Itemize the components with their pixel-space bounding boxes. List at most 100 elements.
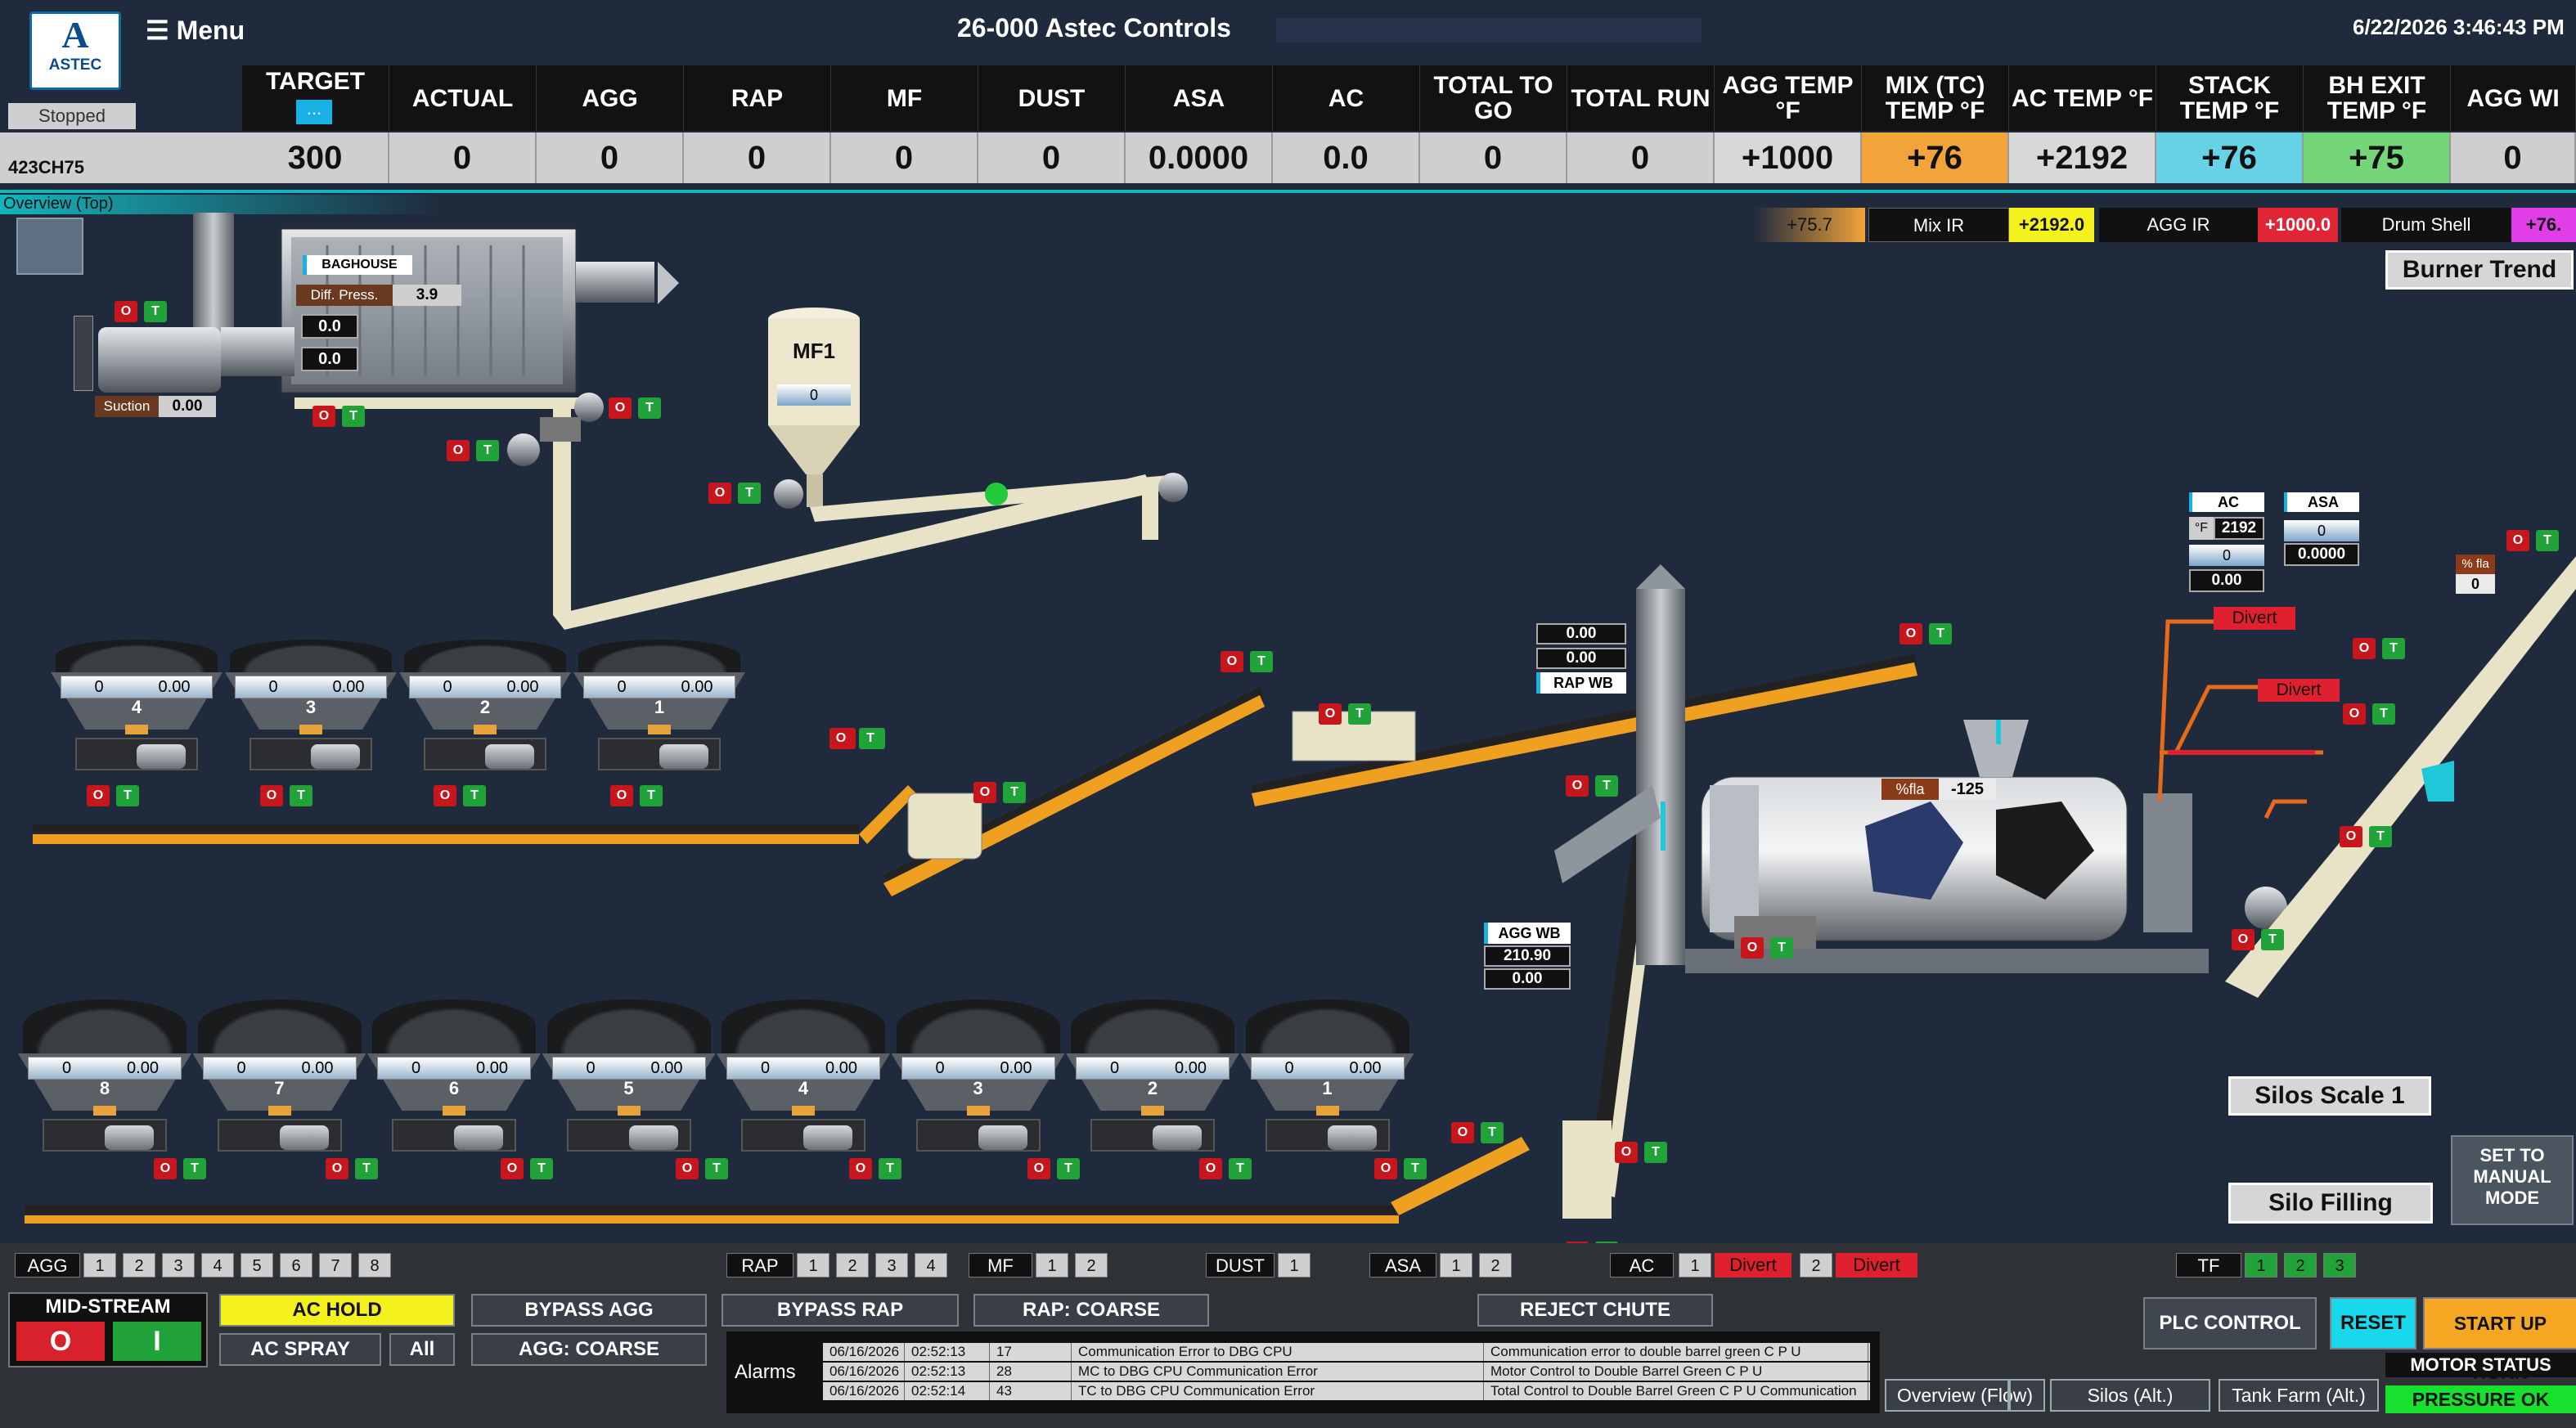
thermal-indicator[interactable]: T	[638, 397, 661, 419]
overload-indicator[interactable]: O	[1319, 703, 1342, 725]
overload-indicator[interactable]: O	[829, 728, 852, 749]
agg-feeder-7[interactable]: 7	[319, 1253, 352, 1278]
bypass-rap-button[interactable]: BYPASS RAP	[722, 1294, 959, 1327]
mf-tag[interactable]: MF	[969, 1253, 1032, 1278]
ac-tank-2[interactable]: 2	[1800, 1253, 1832, 1278]
thermal-indicator[interactable]: T	[116, 785, 139, 806]
ac-tank-1[interactable]: 1	[1679, 1253, 1711, 1278]
thermal-indicator[interactable]: T	[2382, 638, 2405, 659]
overload-indicator[interactable]: O	[676, 1158, 699, 1179]
thermal-indicator[interactable]: T	[1057, 1158, 1080, 1179]
target-edit-button[interactable]: ...	[296, 100, 332, 124]
agg-coarse-button[interactable]: AGG: COARSE	[471, 1333, 707, 1366]
ac-spray-button[interactable]: AC SPRAY	[219, 1333, 381, 1366]
silo-filling-button[interactable]: Silo Filling	[2228, 1183, 2433, 1224]
rap-feeder-3[interactable]: 3	[875, 1253, 908, 1278]
overload-indicator[interactable]: O	[501, 1158, 524, 1179]
thermal-indicator[interactable]: T	[476, 440, 499, 461]
ac-spray-all-button[interactable]: All	[389, 1333, 455, 1366]
nav-tank-farm[interactable]: Tank Farm (Alt.)	[2219, 1379, 2379, 1412]
agg-feeder-6[interactable]: 6	[280, 1253, 312, 1278]
silos-scale-button[interactable]: Silos Scale 1	[2228, 1076, 2431, 1116]
overload-indicator[interactable]: O	[1566, 775, 1589, 797]
thermal-indicator[interactable]: T	[2372, 703, 2395, 725]
overload-indicator[interactable]: O	[1741, 937, 1764, 959]
overload-indicator[interactable]: O	[1451, 1122, 1474, 1143]
overload-indicator[interactable]: O	[1199, 1158, 1222, 1179]
thermal-indicator[interactable]: T	[1644, 1142, 1667, 1163]
thermal-indicator[interactable]: T	[530, 1158, 553, 1179]
ac-divert-1[interactable]: Divert	[1715, 1253, 1792, 1278]
agg-feeder-1[interactable]: 1	[83, 1253, 116, 1278]
thermal-indicator[interactable]: T	[1481, 1122, 1504, 1143]
agg-tag[interactable]: AGG	[15, 1253, 80, 1278]
overload-indicator[interactable]: O	[115, 301, 137, 322]
midstream-off-button[interactable]: O	[16, 1322, 105, 1361]
tf-tag[interactable]: TF	[2176, 1253, 2241, 1278]
agg-feeder-3[interactable]: 3	[162, 1253, 195, 1278]
tf-feeder-2[interactable]: 2	[2284, 1253, 2317, 1278]
midstream-on-button[interactable]: I	[113, 1322, 201, 1361]
thermal-indicator[interactable]: T	[879, 1158, 901, 1179]
thermal-indicator[interactable]: T	[290, 785, 312, 806]
alarm-row[interactable]: 06/16/202602:52:13 PM28MC to DBG CPU Com…	[823, 1363, 1870, 1397]
thermal-indicator[interactable]: T	[1003, 782, 1026, 803]
thermal-indicator[interactable]: T	[2369, 826, 2392, 847]
overload-indicator[interactable]: O	[973, 782, 996, 803]
alarm-panel[interactable]: Alarms 06/16/202602:52:13 PM17Communicat…	[726, 1331, 1880, 1417]
overload-indicator[interactable]: O	[2506, 530, 2529, 551]
reset-button[interactable]: RESET	[2330, 1297, 2416, 1349]
nav-overview-flow[interactable]: Overview (Flow)	[1885, 1379, 2045, 1412]
reject-chute-button[interactable]: REJECT CHUTE	[1477, 1294, 1713, 1327]
overload-indicator[interactable]: O	[849, 1158, 872, 1179]
overload-indicator[interactable]: O	[87, 785, 110, 806]
rap-feeder-1[interactable]: 1	[797, 1253, 829, 1278]
tf-feeder-3[interactable]: 3	[2323, 1253, 2356, 1278]
overload-indicator[interactable]: O	[154, 1158, 177, 1179]
nav-silos-alt[interactable]: Silos (Alt.)	[2050, 1379, 2210, 1412]
agg-feeder-2[interactable]: 2	[123, 1253, 155, 1278]
thermal-indicator[interactable]: T	[1770, 937, 1793, 959]
divert-2[interactable]: Divert	[2258, 679, 2340, 702]
thermal-indicator[interactable]: T	[738, 483, 761, 504]
tf-feeder-1[interactable]: 1	[2245, 1253, 2277, 1278]
thermal-indicator[interactable]: T	[2261, 929, 2284, 950]
overload-indicator[interactable]: O	[326, 1158, 348, 1179]
thermal-indicator[interactable]: T	[1595, 775, 1618, 797]
thermal-indicator[interactable]: T	[183, 1158, 206, 1179]
thermal-indicator[interactable]: T	[640, 785, 663, 806]
dust-tag[interactable]: DUST	[1206, 1253, 1275, 1278]
overload-indicator[interactable]: O	[434, 785, 456, 806]
thermal-indicator[interactable]: T	[1250, 651, 1273, 672]
ac-hold-button[interactable]: AC HOLD	[219, 1294, 455, 1327]
agg-feeder-8[interactable]: 8	[358, 1253, 391, 1278]
rap-feeder-2[interactable]: 2	[836, 1253, 869, 1278]
manual-mode-button[interactable]: SET TO MANUAL MODE	[2451, 1135, 2574, 1225]
alarm-row[interactable]: 06/16/2026 02:52:14 PM 43 TC to DBG CPU Com…	[823, 1382, 1870, 1417]
asa-feeder-2[interactable]: 2	[1479, 1253, 1512, 1278]
thermal-indicator[interactable]: T	[705, 1158, 728, 1179]
overload-indicator[interactable]: O	[1374, 1158, 1397, 1179]
rap-feeder-4[interactable]: 4	[915, 1253, 947, 1278]
overload-indicator[interactable]: O	[2232, 929, 2255, 950]
thermal-indicator[interactable]: T	[859, 728, 882, 749]
agg-feeder-5[interactable]: 5	[241, 1253, 273, 1278]
overload-indicator[interactable]: O	[1221, 651, 1243, 672]
overload-indicator[interactable]: O	[1615, 1142, 1638, 1163]
menu-button[interactable]: ☰ Menu	[146, 15, 245, 46]
divert-1[interactable]: Divert	[2214, 607, 2295, 630]
thermal-indicator[interactable]: T	[1404, 1158, 1427, 1179]
agg-feeder-4[interactable]: 4	[201, 1253, 234, 1278]
overload-indicator[interactable]: O	[609, 397, 632, 419]
overload-indicator[interactable]: O	[708, 483, 731, 504]
overload-indicator[interactable]: O	[260, 785, 283, 806]
overload-indicator[interactable]: O	[1899, 623, 1922, 644]
overload-indicator[interactable]: O	[2353, 638, 2376, 659]
rap-coarse-button[interactable]: RAP: COARSE	[973, 1294, 1209, 1327]
thermal-indicator[interactable]: T	[463, 785, 486, 806]
dust-feeder-1[interactable]: 1	[1278, 1253, 1310, 1278]
overload-indicator[interactable]: O	[1027, 1158, 1050, 1179]
thermal-indicator[interactable]: T	[2536, 530, 2559, 551]
mf-feeder-1[interactable]: 1	[1036, 1253, 1068, 1278]
thermal-indicator[interactable]: T	[1348, 703, 1371, 725]
